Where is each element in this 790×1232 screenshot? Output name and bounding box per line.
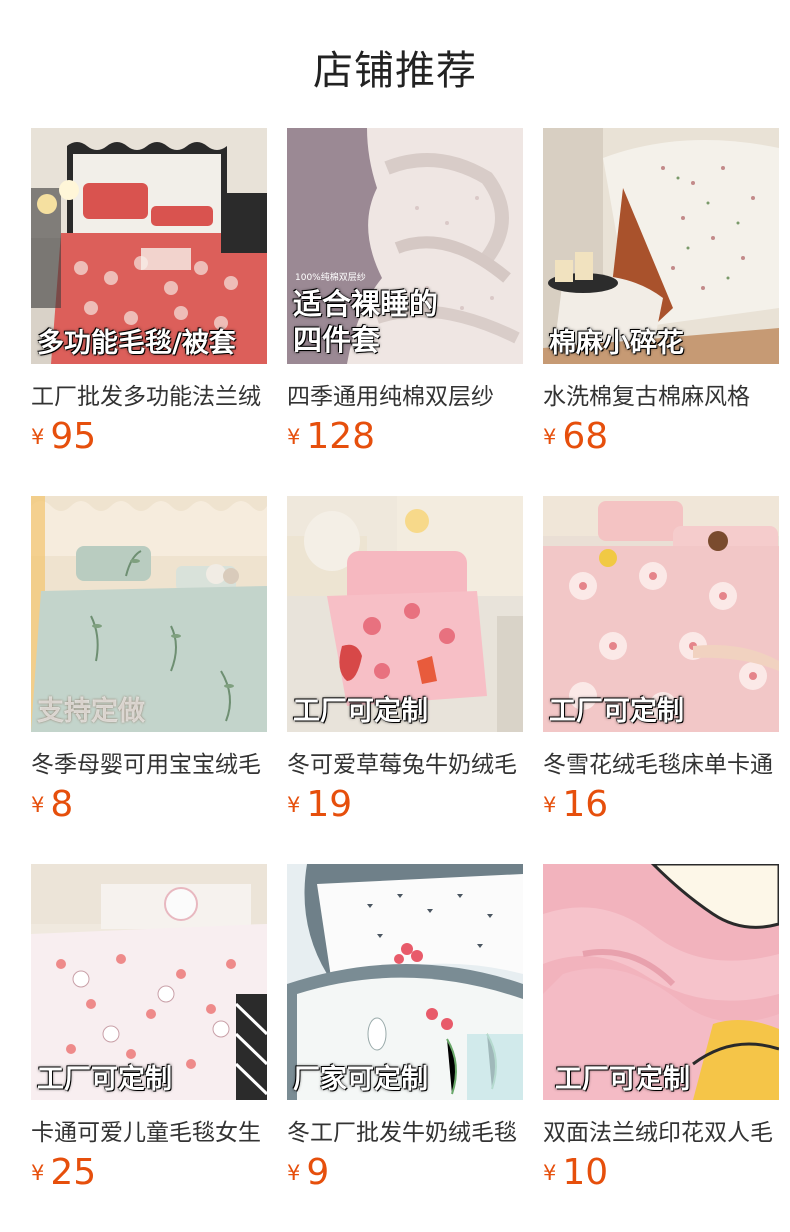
product-image[interactable]: 工厂可定制 xyxy=(543,864,779,1100)
product-image[interactable]: 工厂可定制 xyxy=(287,496,523,732)
product-image-caption: 多功能毛毯/被套 xyxy=(37,328,236,359)
product-name[interactable]: 四季通用纯棉双层纱 xyxy=(287,377,523,409)
product-price: ¥68 xyxy=(543,416,608,457)
currency-symbol: ¥ xyxy=(287,1161,301,1185)
product-image-badge: 100%纯棉双层纱 xyxy=(295,273,366,283)
product-image[interactable]: 工厂可定制 xyxy=(31,864,267,1100)
product-image-caption: 棉麻小碎花 xyxy=(549,328,684,359)
price-value: 19 xyxy=(306,784,353,825)
currency-symbol: ¥ xyxy=(287,425,301,449)
product-card[interactable]: 100%纯棉双层纱 适合裸睡的 四件套 四季通用纯棉双层纱 ¥128 xyxy=(287,128,523,468)
product-card[interactable]: 多功能毛毯/被套 工厂批发多功能法兰绒 ¥95 xyxy=(31,128,267,468)
product-price: ¥10 xyxy=(543,1152,608,1193)
product-price: ¥95 xyxy=(31,416,96,457)
price-value: 68 xyxy=(562,416,609,457)
product-name[interactable]: 工厂批发多功能法兰绒 xyxy=(31,377,267,409)
product-name[interactable]: 冬雪花绒毛毯床单卡通 xyxy=(543,745,779,777)
product-image[interactable]: 工厂可定制 xyxy=(543,496,779,732)
price-value: 128 xyxy=(306,416,376,457)
currency-symbol: ¥ xyxy=(287,793,301,817)
product-price: ¥19 xyxy=(287,784,352,825)
price-value: 9 xyxy=(306,1152,330,1193)
product-name[interactable]: 冬季母婴可用宝宝绒毛 xyxy=(31,745,267,777)
product-image-caption: 厂家可定制 xyxy=(293,1064,428,1095)
product-name[interactable]: 冬工厂批发牛奶绒毛毯 xyxy=(287,1113,523,1145)
product-price: ¥25 xyxy=(31,1152,96,1193)
product-image[interactable]: 厂家可定制 xyxy=(287,864,523,1100)
price-value: 16 xyxy=(562,784,609,825)
product-card[interactable]: 棉麻小碎花 水洗棉复古棉麻风格 ¥68 xyxy=(543,128,779,468)
currency-symbol: ¥ xyxy=(31,793,45,817)
product-name[interactable]: 双面法兰绒印花双人毛 xyxy=(543,1113,779,1145)
product-price: ¥9 xyxy=(287,1152,329,1193)
currency-symbol: ¥ xyxy=(31,1161,45,1185)
product-name[interactable]: 水洗棉复古棉麻风格 xyxy=(543,377,779,409)
price-value: 8 xyxy=(50,784,74,825)
currency-symbol: ¥ xyxy=(543,793,557,817)
price-value: 25 xyxy=(50,1152,97,1193)
currency-symbol: ¥ xyxy=(543,425,557,449)
currency-symbol: ¥ xyxy=(31,425,45,449)
product-card[interactable]: 厂家可定制 冬工厂批发牛奶绒毛毯 ¥9 xyxy=(287,864,523,1204)
product-price: ¥128 xyxy=(287,416,375,457)
product-image[interactable]: 100%纯棉双层纱 适合裸睡的 四件套 xyxy=(287,128,523,364)
product-image[interactable]: 支持定做 xyxy=(31,496,267,732)
product-card[interactable]: 工厂可定制 卡通可爱儿童毛毯女生 ¥25 xyxy=(31,864,267,1204)
price-value: 10 xyxy=(562,1152,609,1193)
product-price: ¥16 xyxy=(543,784,608,825)
product-image-caption: 支持定做 xyxy=(37,696,145,727)
price-value: 95 xyxy=(50,416,97,457)
product-card[interactable]: 工厂可定制 冬雪花绒毛毯床单卡通 ¥16 xyxy=(543,496,779,836)
product-card[interactable]: 工厂可定制 冬可爱草莓兔牛奶绒毛 ¥19 xyxy=(287,496,523,836)
product-image-caption: 适合裸睡的 四件套 xyxy=(293,287,439,357)
product-name[interactable]: 卡通可爱儿童毛毯女生 xyxy=(31,1113,267,1145)
product-price: ¥8 xyxy=(31,784,73,825)
product-image[interactable]: 多功能毛毯/被套 xyxy=(31,128,267,364)
product-name[interactable]: 冬可爱草莓兔牛奶绒毛 xyxy=(287,745,523,777)
product-image[interactable]: 棉麻小碎花 xyxy=(543,128,779,364)
product-image-caption: 工厂可定制 xyxy=(549,696,684,727)
section-title: 店铺推荐 xyxy=(313,48,477,94)
product-card[interactable]: 支持定做 冬季母婴可用宝宝绒毛 ¥8 xyxy=(31,496,267,836)
currency-symbol: ¥ xyxy=(543,1161,557,1185)
product-image-caption: 工厂可定制 xyxy=(37,1064,172,1095)
product-image-caption: 工厂可定制 xyxy=(293,696,428,727)
product-card[interactable]: 工厂可定制 双面法兰绒印花双人毛 ¥10 xyxy=(543,864,779,1204)
product-image-caption: 工厂可定制 xyxy=(555,1064,690,1095)
